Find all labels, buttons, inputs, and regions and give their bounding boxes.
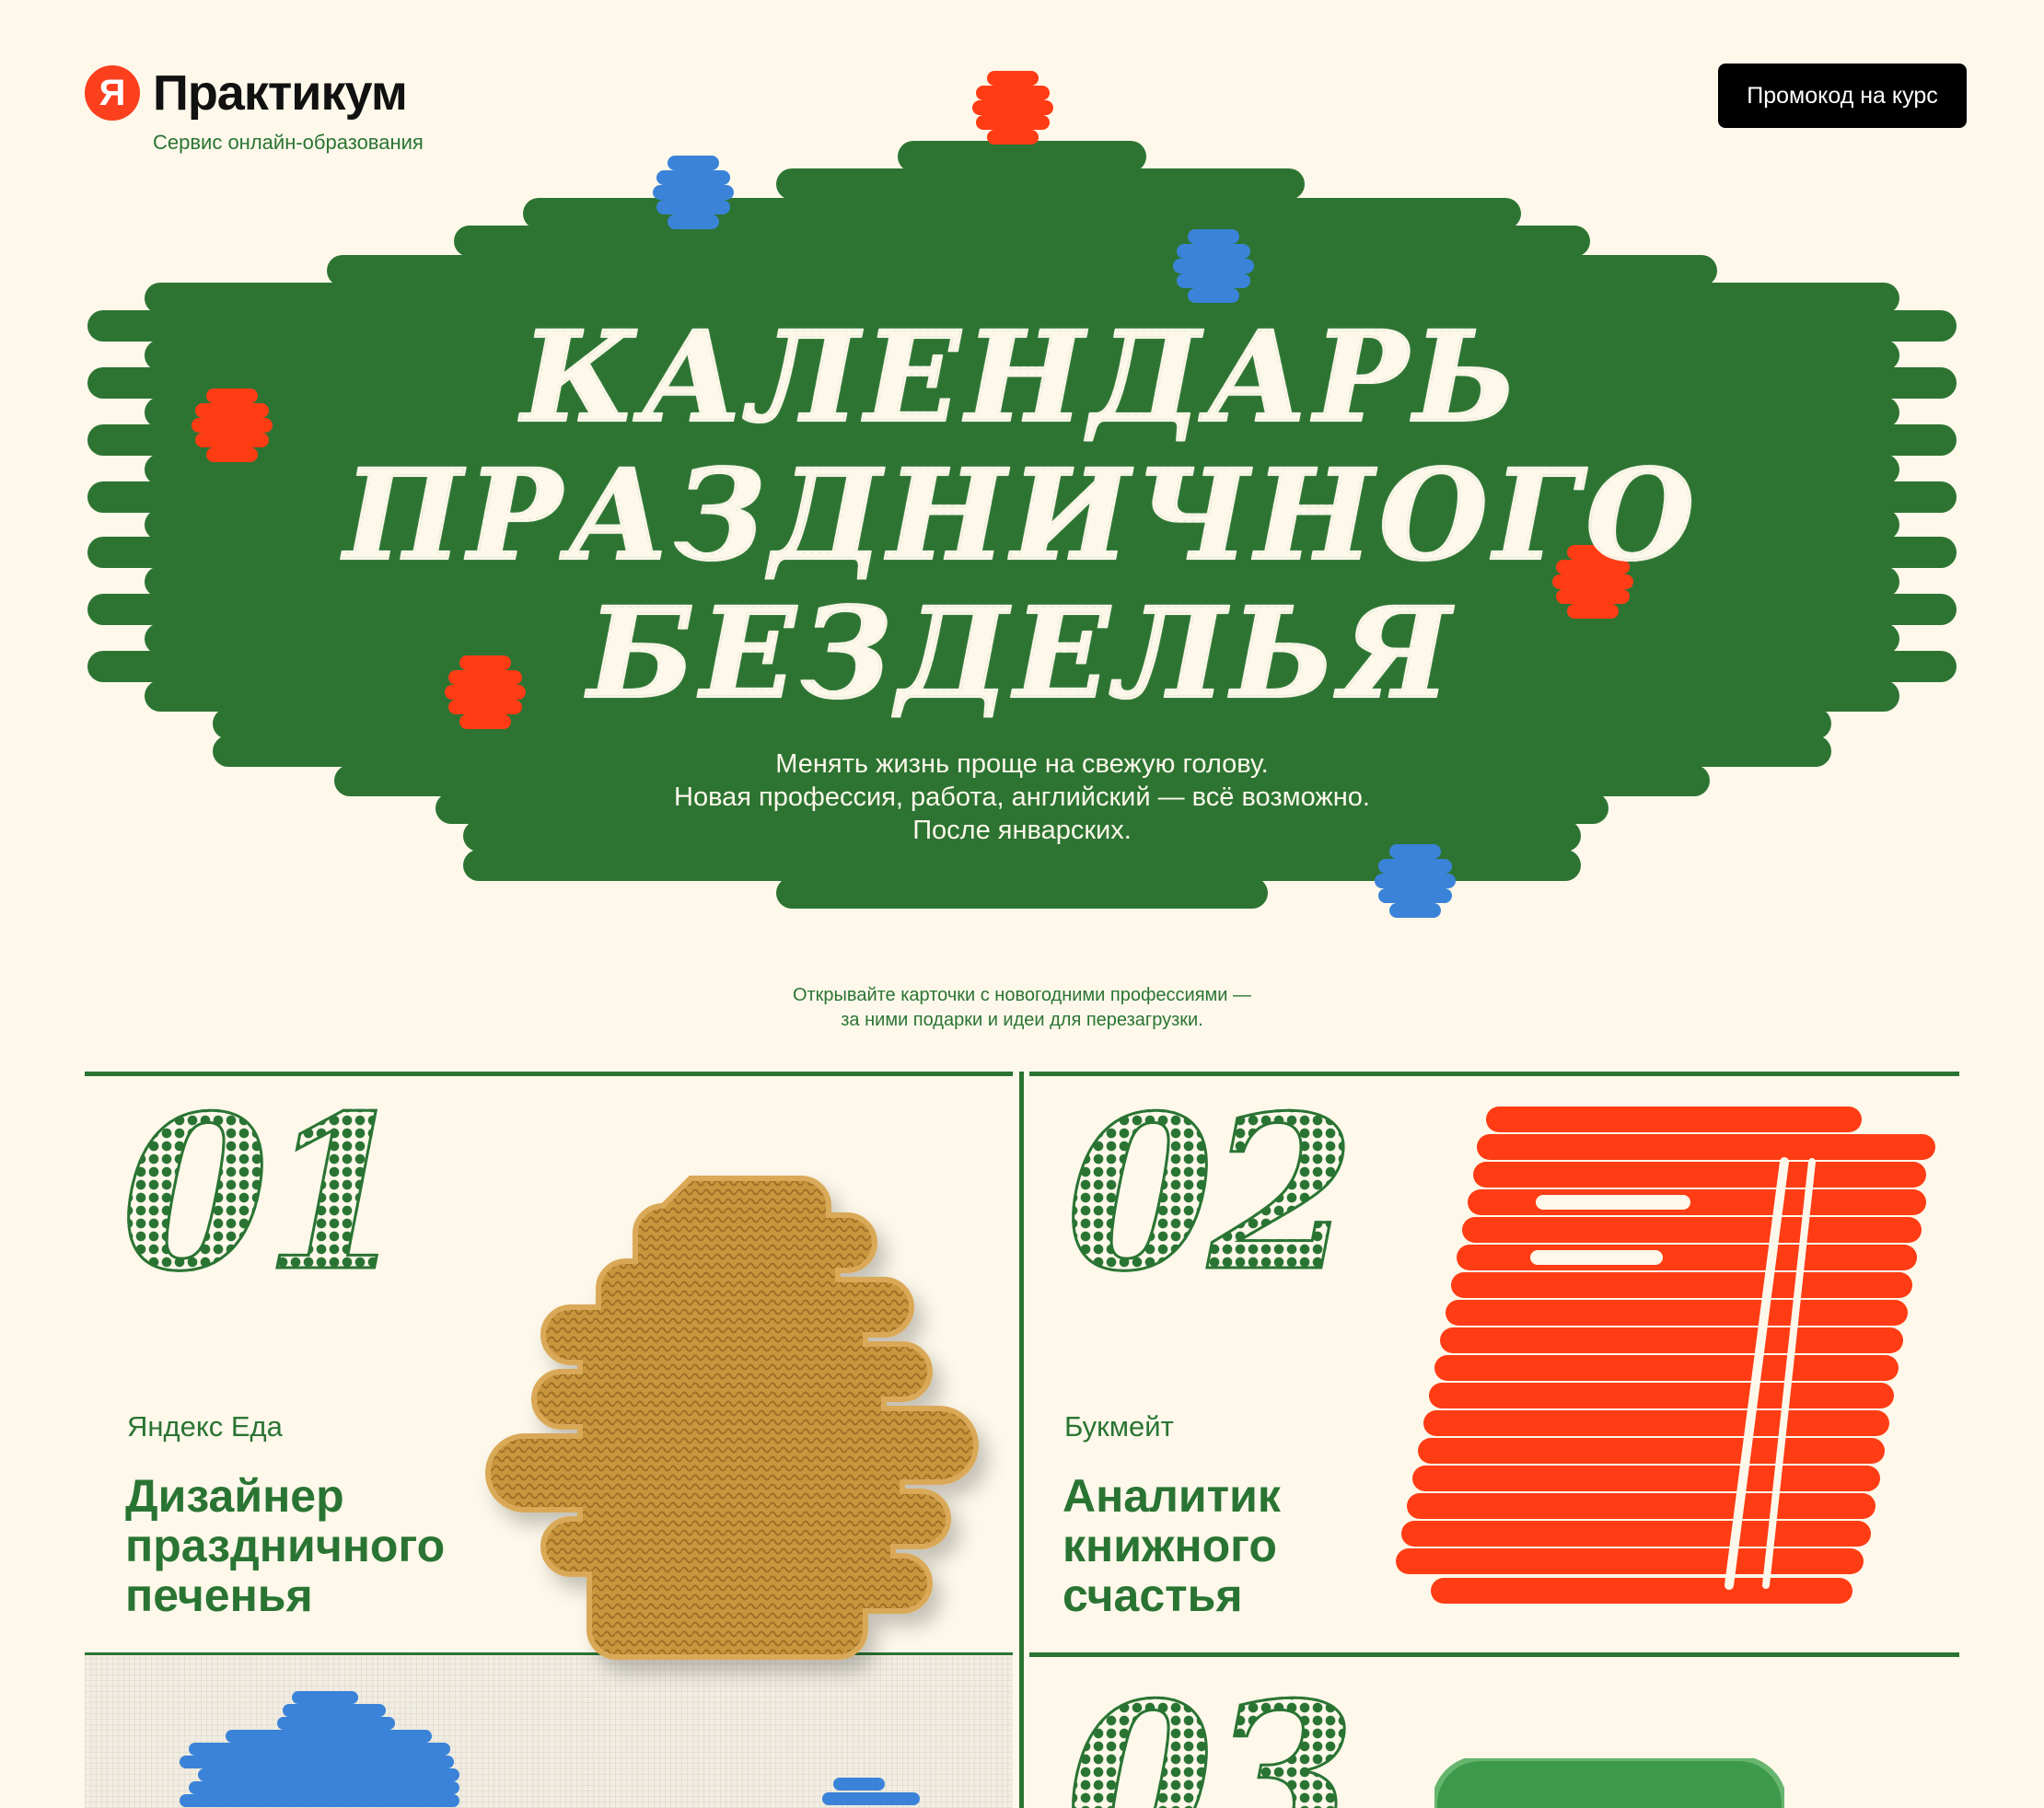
hero-lead-line-2: Новая профессия, работа, английский — вс…	[674, 782, 1370, 812]
cards-hint-line-1: Открывайте карточки с новогодними профес…	[792, 985, 1252, 1005]
logo-tagline: Сервис онлайн-образования	[153, 131, 424, 154]
cards-hint: Открывайте карточки с новогодними профес…	[0, 983, 2044, 1033]
logo-wordmark: Практикум	[153, 65, 408, 121]
card-03[interactable]: 03	[1029, 1657, 1959, 1808]
card-title: Дизайнер праздничного печенья	[125, 1470, 446, 1621]
knitted-green-object-image	[1434, 1758, 1784, 1808]
card-number: 03	[1064, 1675, 1356, 1808]
hero-lead-line-3: После январских.	[912, 816, 1132, 845]
knitted-red-book-image	[1396, 1107, 1935, 1604]
card-02[interactable]: 02 Букмейт Аналитик книжного счастья	[1029, 1079, 1959, 1650]
card-number: 01	[120, 1070, 412, 1318]
hero-lead: Менять жизнь проще на свежую голову. Нов…	[0, 748, 2044, 847]
knitted-cookie-tree-image	[485, 1176, 979, 1660]
hero-title-line-1: КАЛЕНДАРЬ	[0, 303, 2044, 452]
yandex-logo-icon: Я	[85, 65, 140, 121]
logo[interactable]: Я Практикум	[85, 64, 408, 122]
card-brand: Букмейт	[1064, 1410, 1174, 1443]
hero-title-line-3: БЕЗДЕЛЬЯ	[0, 579, 2044, 728]
hero-title-line-2: ПРАЗДНИЧНОГО	[0, 441, 2044, 590]
promo-code-button[interactable]: Промокод на курс	[1718, 64, 1967, 128]
card-number: 02	[1064, 1070, 1356, 1318]
card-brand: Яндекс Еда	[127, 1410, 283, 1443]
cards-hint-line-2: за ними подарки и идеи для перезагрузки.	[841, 1010, 1203, 1030]
hero-lead-line-1: Менять жизнь проще на свежую голову.	[775, 749, 1269, 779]
